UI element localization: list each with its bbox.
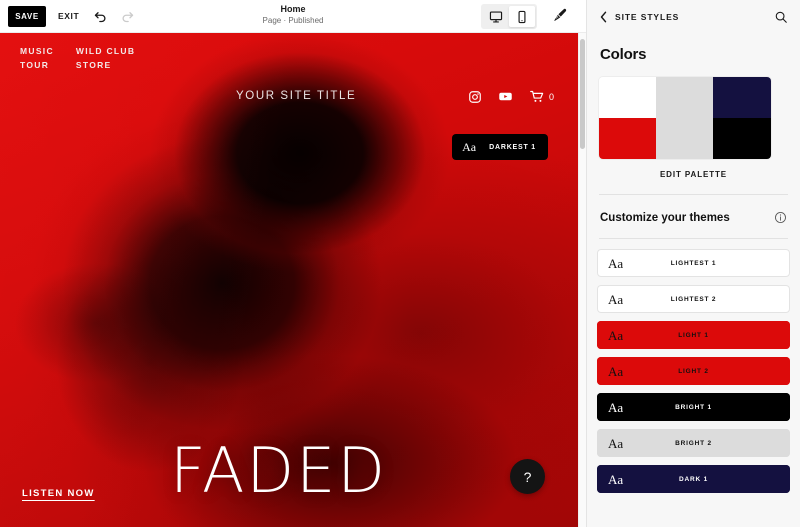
exit-button[interactable]: EXIT (58, 11, 79, 21)
site-preview[interactable]: MUSIC WILD CLUB TOUR STORE YOUR SITE TIT… (0, 33, 578, 527)
palette-swatch-light-gray (656, 77, 713, 159)
mobile-phone-icon (518, 10, 526, 23)
cart-count: 0 (548, 91, 554, 102)
history-controls (93, 9, 135, 24)
theme-label: LIGHTEST 2 (670, 295, 717, 303)
site-navigation: MUSIC WILD CLUB TOUR STORE (20, 46, 135, 70)
theme-label: BRIGHT 1 (675, 403, 712, 411)
nav-link-tour[interactable]: TOUR (20, 60, 54, 70)
theme-sample-text: Aa (608, 363, 624, 379)
desktop-monitor-icon (489, 10, 503, 23)
device-toggle-group (481, 4, 537, 29)
theme-row-light-1[interactable]: Aa LIGHT 1 (597, 321, 790, 349)
shopping-cart-icon (530, 90, 544, 102)
color-palette-preview[interactable] (599, 77, 771, 159)
customize-themes-header: Customize your themes (600, 211, 787, 224)
theme-label: LIGHT 1 (678, 331, 709, 339)
palette-swatch-black (713, 118, 771, 159)
palette-column-3 (713, 77, 771, 159)
palette-swatch-red (599, 118, 656, 159)
theme-sample-text: Aa (608, 255, 624, 271)
theme-label: DARK 1 (679, 475, 708, 483)
redo-button[interactable] (120, 9, 135, 24)
undo-arrow-icon (95, 11, 106, 22)
customize-themes-title: Customize your themes (600, 211, 730, 224)
palette-column-1 (599, 77, 656, 159)
colors-section-title: Colors (600, 46, 647, 63)
sidebar-body: Colors EDIT PALETTE Customize your theme… (587, 33, 800, 527)
nav-link-store[interactable]: STORE (76, 60, 135, 70)
section-divider-top (599, 194, 788, 195)
theme-sample-text: Aa (608, 327, 624, 343)
save-button[interactable]: SAVE (8, 5, 46, 27)
edit-palette-button[interactable]: EDIT PALETTE (660, 170, 727, 179)
sidebar-search-button[interactable] (774, 10, 788, 24)
hero-title[interactable]: FADED (170, 440, 387, 502)
cart-button[interactable]: 0 (529, 89, 554, 104)
youtube-icon (499, 92, 512, 101)
redo-arrow-icon (122, 11, 134, 22)
theme-label: BRIGHT 2 (675, 439, 712, 447)
site-styles-sidebar: SITE STYLES Colors EDIT PALETTE Customiz… (586, 0, 800, 527)
info-circle-icon (775, 212, 786, 223)
palette-swatch-navy (713, 77, 771, 118)
themes-info-button[interactable] (774, 211, 787, 224)
sidebar-back-button[interactable]: SITE STYLES (599, 11, 679, 23)
mobile-view-button[interactable] (509, 6, 535, 27)
palette-swatch-white (599, 77, 656, 118)
desktop-view-button[interactable] (483, 6, 509, 27)
search-icon (775, 11, 787, 23)
youtube-link[interactable] (498, 89, 513, 104)
site-styles-brush-button[interactable] (546, 4, 574, 25)
listen-now-link[interactable]: LISTEN NOW (22, 488, 95, 499)
editor-toolbar: SAVE EXIT Home Page · Published (0, 0, 586, 33)
theme-row-bright-2[interactable]: Aa BRIGHT 2 (597, 429, 790, 457)
nav-link-music[interactable]: MUSIC (20, 46, 54, 56)
theme-row-lightest-2[interactable]: Aa LIGHTEST 2 (597, 285, 790, 313)
preview-scrollbar[interactable] (578, 33, 586, 527)
editor-pane: SAVE EXIT Home Page · Published MUSIC WI… (0, 0, 586, 527)
undo-button[interactable] (93, 9, 108, 24)
theme-label: LIGHT 2 (678, 367, 709, 375)
theme-row-light-2[interactable]: Aa LIGHT 2 (597, 357, 790, 385)
theme-sample-text: Aa (608, 471, 624, 487)
theme-sample-text: Aa (608, 399, 624, 415)
site-styles-editor: SAVE EXIT Home Page · Published MUSIC WI… (0, 0, 800, 527)
theme-badge-darkest-1[interactable]: Aa DARKEST 1 (452, 134, 548, 160)
section-divider-bottom (599, 238, 788, 239)
social-links: 0 (468, 89, 554, 104)
help-button[interactable]: ? (510, 459, 545, 494)
theme-list: Aa LIGHTEST 1 Aa LIGHTEST 2 Aa LIGHT 1 Aa LIGHT… (597, 249, 790, 493)
theme-row-lightest-1[interactable]: Aa LIGHTEST 1 (597, 249, 790, 277)
sidebar-header: SITE STYLES (587, 0, 800, 33)
theme-row-bright-1[interactable]: Aa BRIGHT 1 (597, 393, 790, 421)
palette-column-2 (656, 77, 713, 159)
theme-row-dark-1[interactable]: Aa DARK 1 (597, 465, 790, 493)
preview-scrollbar-thumb[interactable] (580, 39, 585, 149)
theme-label: LIGHTEST 1 (670, 259, 717, 267)
chevron-left-icon (600, 11, 607, 22)
instagram-link[interactable] (468, 90, 482, 104)
site-title[interactable]: YOUR SITE TITLE (236, 90, 356, 102)
theme-badge-sample: Aa (462, 139, 477, 154)
theme-badge-label: DARKEST 1 (489, 143, 536, 151)
theme-sample-text: Aa (608, 435, 624, 451)
nav-link-wild-club[interactable]: WILD CLUB (76, 46, 135, 56)
theme-sample-text: Aa (608, 291, 624, 307)
instagram-icon (469, 90, 481, 103)
paintbrush-icon (554, 8, 567, 21)
sidebar-title: SITE STYLES (615, 11, 680, 22)
